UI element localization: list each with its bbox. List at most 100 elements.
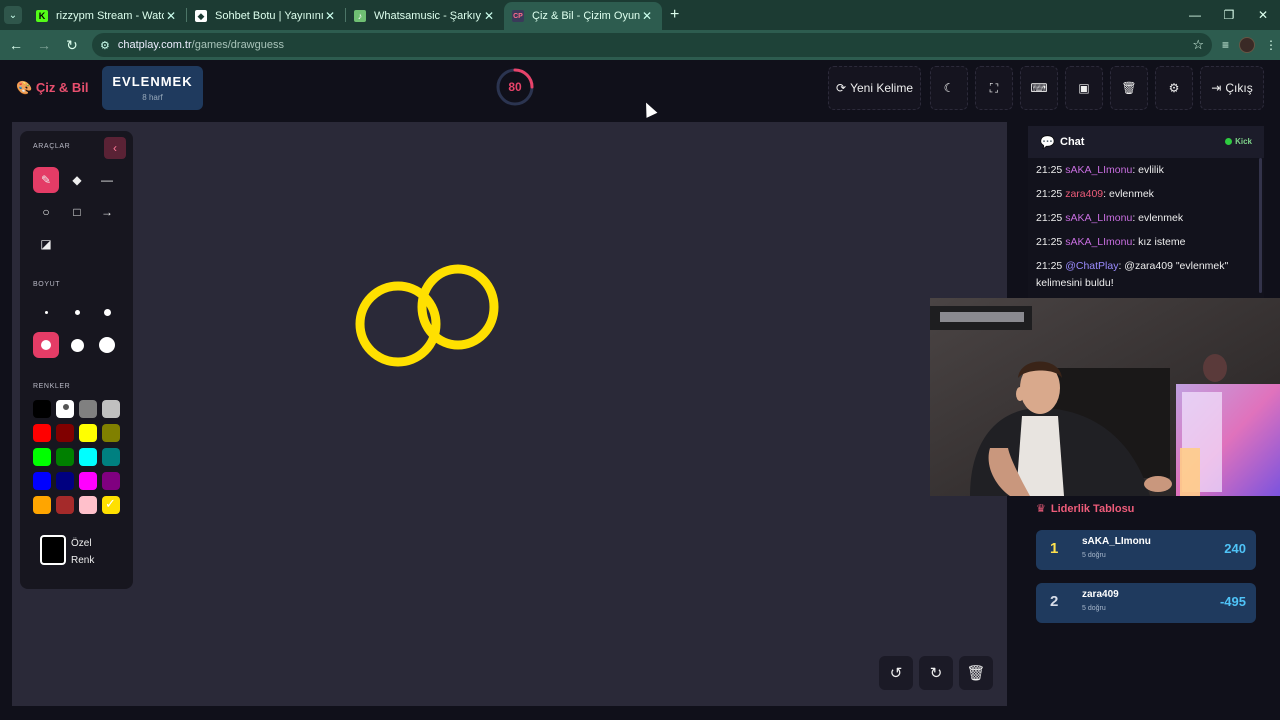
circle-tool[interactable]: ○ bbox=[33, 199, 59, 225]
eraser-tool[interactable]: ◆ bbox=[64, 167, 90, 193]
chat-scrollbar[interactable] bbox=[1259, 158, 1262, 293]
message-username[interactable]: sAKA_LImonu bbox=[1065, 212, 1132, 224]
back-icon[interactable]: ← bbox=[4, 37, 28, 53]
moon-icon: ☾ bbox=[943, 81, 955, 95]
color-swatch[interactable] bbox=[33, 472, 51, 490]
custom-color-line1: Özel bbox=[71, 538, 92, 549]
size-option-1[interactable] bbox=[33, 299, 59, 325]
browser-tab-whatsamusic[interactable]: ♪ Whatsamusic - Şarkıyı Tahmin E ✕ bbox=[346, 2, 504, 30]
bookmark-star-icon[interactable]: ☆ bbox=[1192, 37, 1204, 53]
color-swatch[interactable] bbox=[102, 448, 120, 466]
new-tab-icon[interactable]: + bbox=[670, 6, 679, 24]
current-word: EVLENMEK bbox=[112, 74, 193, 89]
archive-button[interactable]: ▣ bbox=[1065, 66, 1103, 110]
fill-tool[interactable]: ◪ bbox=[33, 231, 59, 257]
player-correct-count: 5 doğru bbox=[1082, 552, 1106, 559]
profile-avatar[interactable] bbox=[1239, 37, 1256, 53]
media-controls-icon[interactable]: ≡ bbox=[1222, 38, 1229, 52]
color-swatch[interactable] bbox=[102, 472, 120, 490]
message-username[interactable]: sAKA_LImonu bbox=[1065, 236, 1132, 248]
color-swatch[interactable] bbox=[102, 400, 120, 418]
exit-button[interactable]: ⇥ Çıkış bbox=[1200, 66, 1264, 110]
close-tab-icon[interactable]: ✕ bbox=[164, 9, 178, 23]
color-swatch[interactable] bbox=[79, 448, 97, 466]
chat-message: 21:25 sAKA_LImonu: evlenmek bbox=[1036, 210, 1258, 227]
color-swatch[interactable] bbox=[79, 424, 97, 442]
player-points: 240 bbox=[1224, 541, 1246, 556]
browser-tab-cizbil[interactable]: CP Çiz & Bil - Çizim Oyunu ✕ bbox=[504, 2, 662, 30]
message-username[interactable]: zara409 bbox=[1065, 188, 1103, 200]
message-username[interactable]: sAKA_LImonu bbox=[1065, 164, 1132, 176]
color-swatch[interactable] bbox=[56, 472, 74, 490]
color-swatch[interactable] bbox=[79, 400, 97, 418]
collapse-panel-button[interactable]: ‹ bbox=[104, 137, 126, 159]
player-points: -495 bbox=[1219, 594, 1246, 609]
redo-button[interactable]: ↻ bbox=[919, 656, 953, 690]
undo-button[interactable]: ↺ bbox=[879, 656, 913, 690]
clear-button[interactable]: 🗑 bbox=[1110, 66, 1148, 110]
color-swatch[interactable] bbox=[33, 400, 51, 418]
size-option-6[interactable] bbox=[94, 332, 120, 358]
rectangle-tool[interactable]: □ bbox=[64, 199, 90, 225]
forward-icon[interactable]: → bbox=[32, 37, 56, 53]
close-window-icon[interactable]: ✕ bbox=[1246, 8, 1280, 22]
theme-toggle-button[interactable]: ☾ bbox=[930, 66, 968, 110]
current-word-box: EVLENMEK 8 harf bbox=[102, 66, 203, 110]
chat-message: 21:25 @ChatPlay: @zara409 "evlenmek" kel… bbox=[1036, 258, 1258, 292]
color-swatch[interactable] bbox=[56, 400, 74, 418]
timer-value: 80 bbox=[508, 80, 522, 94]
settings-button[interactable]: ⚙ bbox=[1155, 66, 1193, 110]
arrow-right-icon: → bbox=[101, 205, 113, 219]
custom-color-label[interactable]: Özel Renk bbox=[71, 535, 94, 569]
close-tab-icon[interactable]: ✕ bbox=[323, 9, 337, 23]
color-swatch[interactable] bbox=[56, 424, 74, 442]
close-tab-icon[interactable]: ✕ bbox=[482, 9, 496, 23]
canvas-drawing-rings bbox=[355, 264, 499, 367]
message-username[interactable]: @ChatPlay bbox=[1065, 260, 1118, 272]
platform-status: Kick bbox=[1225, 137, 1252, 146]
color-swatch[interactable] bbox=[33, 448, 51, 466]
brand[interactable]: 🎨 Çiz & Bil bbox=[16, 80, 89, 96]
clear-canvas-button[interactable]: 🗑 bbox=[959, 656, 993, 690]
window-controls: — ❐ ✕ bbox=[1178, 0, 1280, 30]
browser-tab-sohbet[interactable]: ◆ Sohbet Botu | Yayınını güçlendir ✕ bbox=[187, 2, 345, 30]
drawing-canvas[interactable] bbox=[12, 122, 1007, 706]
refresh-icon: ⟳ bbox=[836, 81, 847, 95]
color-swatch[interactable] bbox=[56, 496, 74, 514]
tab-search-icon[interactable]: ⌄ bbox=[4, 6, 22, 24]
menu-kebab-icon[interactable]: ⋮ bbox=[1265, 38, 1277, 52]
reload-icon[interactable]: ↻ bbox=[60, 37, 84, 54]
circle-icon: ○ bbox=[42, 205, 50, 219]
fullscreen-button[interactable]: ⛶ bbox=[975, 66, 1013, 110]
browser-tab-kick[interactable]: K rizzypm Stream - Watch Live on ✕ bbox=[28, 2, 186, 30]
tool-panel: ARAÇLAR ‹ ✎ ◆ — ○ □ → ◪ BOYUT RENKLER Öz… bbox=[20, 131, 133, 589]
line-tool[interactable]: — bbox=[94, 167, 120, 193]
custom-color-line2: Renk bbox=[71, 555, 95, 566]
minimize-icon[interactable]: — bbox=[1178, 8, 1212, 22]
color-swatch[interactable] bbox=[79, 496, 97, 514]
whatsamusic-icon: ♪ bbox=[354, 10, 366, 22]
color-swatch[interactable] bbox=[56, 448, 74, 466]
close-tab-icon[interactable]: ✕ bbox=[640, 9, 654, 23]
browser-tab-strip: ⌄ K rizzypm Stream - Watch Live on ✕ ◆ S… bbox=[0, 0, 1280, 30]
color-swatch[interactable] bbox=[33, 424, 51, 442]
keyboard-button[interactable]: ⌨ bbox=[1020, 66, 1058, 110]
arrow-tool[interactable]: → bbox=[94, 199, 120, 225]
size-option-5[interactable] bbox=[64, 332, 90, 358]
size-option-4[interactable] bbox=[33, 332, 59, 358]
site-info-icon[interactable]: ⚙ bbox=[100, 39, 110, 52]
restore-icon[interactable]: ❐ bbox=[1212, 8, 1246, 22]
custom-color-swatch[interactable] bbox=[40, 535, 66, 565]
webcam-feed bbox=[930, 298, 1280, 496]
color-swatch[interactable] bbox=[102, 496, 120, 514]
message-text: : kız isteme bbox=[1132, 236, 1186, 248]
trash-icon: 🗑 bbox=[1121, 81, 1137, 95]
color-swatch[interactable] bbox=[102, 424, 120, 442]
color-swatch[interactable] bbox=[79, 472, 97, 490]
address-bar[interactable]: ⚙ chatplay.com.tr/games/drawguess ☆ bbox=[92, 33, 1212, 57]
new-word-button[interactable]: ⟳ Yeni Kelime bbox=[828, 66, 921, 110]
color-swatch[interactable] bbox=[33, 496, 51, 514]
pen-tool[interactable]: ✎ bbox=[33, 167, 59, 193]
size-option-3[interactable] bbox=[94, 299, 120, 325]
size-option-2[interactable] bbox=[64, 299, 90, 325]
